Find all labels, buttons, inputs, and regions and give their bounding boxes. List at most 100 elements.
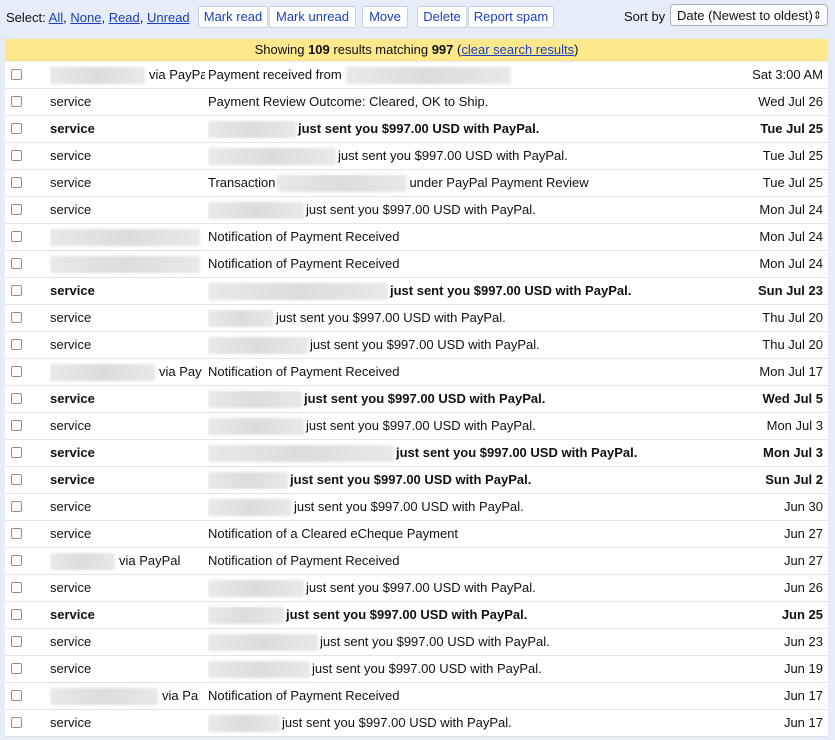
clear-search-link[interactable]: clear search results: [461, 42, 574, 57]
select-all-link[interactable]: All: [49, 10, 63, 25]
message-row[interactable]: service just sent you $997.00 USD with Pa…: [5, 602, 828, 629]
message-sender: service: [50, 710, 205, 736]
subject-text: just sent you $997.00 USD with PayPal.: [282, 715, 512, 730]
message-row[interactable]: service just sent you $997.00 USD with Pa…: [5, 494, 828, 521]
message-sender: service: [50, 602, 205, 628]
message-subject: Notification of Payment Received: [208, 251, 738, 277]
delete-button[interactable]: Delete: [417, 6, 467, 28]
message-row[interactable]: service just sent you $997.00 USD with Pa…: [5, 305, 828, 332]
mark-read-button[interactable]: Mark read: [198, 6, 268, 28]
message-checkbox[interactable]: [11, 582, 22, 593]
message-row[interactable]: service just sent you $997.00 USD with Pa…: [5, 413, 828, 440]
message-checkbox[interactable]: [11, 285, 22, 296]
message-row[interactable]: service just sent you $997.00 USD with Pa…: [5, 656, 828, 683]
sender-name: service: [50, 391, 95, 406]
message-checkbox[interactable]: [11, 231, 22, 242]
message-subject: just sent you $997.00 USD with PayPal.: [208, 710, 738, 736]
message-date: Wed Jul 26: [758, 94, 823, 109]
message-checkbox[interactable]: [11, 663, 22, 674]
message-checkbox[interactable]: [11, 420, 22, 431]
separator: ,: [63, 10, 67, 25]
message-checkbox[interactable]: [11, 636, 22, 647]
message-subject: Payment Review Outcome: Cleared, OK to S…: [208, 89, 738, 115]
message-checkbox[interactable]: [11, 258, 22, 269]
message-sender: service: [50, 89, 205, 115]
message-checkbox[interactable]: [11, 96, 22, 107]
select-unread-link[interactable]: Unread: [147, 10, 190, 25]
message-checkbox[interactable]: [11, 150, 22, 161]
sender-name: service: [50, 472, 95, 487]
sort-select[interactable]: Date (Newest to oldest) ⇕: [670, 4, 828, 26]
redacted-name: [208, 202, 304, 220]
message-row[interactable]: via Pa Notification of Payment Received Ju…: [5, 683, 828, 710]
message-row[interactable]: service Notification of a Cleared eCheque…: [5, 521, 828, 548]
message-row[interactable]: service just sent you $997.00 USD with Pa…: [5, 197, 828, 224]
message-checkbox[interactable]: [11, 204, 22, 215]
redacted-name: [208, 634, 318, 652]
message-row[interactable]: Notification of Payment Received Mon Jul …: [5, 251, 828, 278]
message-date: Jun 27: [783, 553, 823, 568]
subject-text: just sent you $997.00 USD with PayPal.: [306, 580, 536, 595]
message-row[interactable]: service just sent you $997.00 USD with Pa…: [5, 278, 828, 305]
message-row[interactable]: via Pay Notification of Payment Received M…: [5, 359, 828, 386]
message-checkbox[interactable]: [11, 69, 22, 80]
message-subject: Notification of Payment Received: [208, 224, 738, 250]
message-list: via PayPa Payment received from Sat 3:00 A…: [5, 62, 828, 737]
message-checkbox[interactable]: [11, 501, 22, 512]
message-checkbox[interactable]: [11, 339, 22, 350]
message-checkbox[interactable]: [11, 474, 22, 485]
separator: ,: [101, 10, 106, 25]
message-row[interactable]: Notification of Payment Received Mon Jul …: [5, 224, 828, 251]
message-row[interactable]: service Transaction under PayPal Payment R…: [5, 170, 828, 197]
subject-text: Notification of Payment Received: [208, 256, 400, 271]
select-none-link[interactable]: None: [70, 10, 101, 25]
message-subject: just sent you $997.00 USD with PayPal.: [208, 467, 738, 493]
message-row[interactable]: service just sent you $997.00 USD with Pa…: [5, 440, 828, 467]
redacted-sender: [50, 688, 158, 706]
sender-name: service: [50, 121, 95, 136]
sender-name: service: [50, 283, 95, 298]
report-spam-button[interactable]: Report spam: [468, 6, 554, 28]
message-checkbox[interactable]: [11, 393, 22, 404]
message-row[interactable]: via PayPa Payment received from Sat 3:00 A…: [5, 62, 828, 89]
message-row[interactable]: service just sent you $997.00 USD with Pa…: [5, 629, 828, 656]
message-row[interactable]: service just sent you $997.00 USD with Pa…: [5, 386, 828, 413]
message-sender: via PayPa: [50, 62, 205, 88]
redacted-name: [208, 283, 388, 301]
subject-text: just sent you $997.00 USD with PayPal.: [390, 283, 632, 298]
message-subject: just sent you $997.00 USD with PayPal.: [208, 305, 738, 331]
message-checkbox[interactable]: [11, 312, 22, 323]
sender-name: service: [50, 175, 92, 190]
banner-text: Showing: [254, 42, 305, 57]
message-row[interactable]: service just sent you $997.00 USD with Pa…: [5, 332, 828, 359]
message-checkbox[interactable]: [11, 690, 22, 701]
message-date: Tue Jul 25: [760, 121, 823, 136]
message-sender: service: [50, 332, 205, 358]
message-checkbox[interactable]: [11, 447, 22, 458]
message-row[interactable]: service just sent you $997.00 USD with Pa…: [5, 710, 828, 737]
message-row[interactable]: service just sent you $997.00 USD with Pa…: [5, 143, 828, 170]
select-read-link[interactable]: Read: [109, 10, 140, 25]
message-checkbox[interactable]: [11, 123, 22, 134]
select-label: Select:: [6, 10, 46, 25]
message-subject: just sent you $997.00 USD with PayPal.: [208, 386, 738, 412]
message-checkbox[interactable]: [11, 366, 22, 377]
sender-name: service: [50, 607, 95, 622]
mark-unread-button[interactable]: Mark unread: [269, 6, 356, 28]
sender-name: via PayPal: [119, 553, 181, 568]
sender-name: service: [50, 418, 92, 433]
message-row[interactable]: service just sent you $997.00 USD with Pa…: [5, 575, 828, 602]
move-button[interactable]: Move: [362, 6, 408, 28]
sender-name: service: [50, 661, 92, 676]
message-date: Mon Jul 3: [766, 418, 823, 433]
message-row[interactable]: service just sent you $997.00 USD with Pa…: [5, 467, 828, 494]
message-checkbox[interactable]: [11, 717, 22, 728]
message-row[interactable]: service just sent you $997.00 USD with Pa…: [5, 116, 828, 143]
message-checkbox[interactable]: [11, 528, 22, 539]
message-row[interactable]: via PayPal Notification of Payment Receiv…: [5, 548, 828, 575]
message-row[interactable]: service Payment Review Outcome: Cleared, …: [5, 89, 828, 116]
message-checkbox[interactable]: [11, 555, 22, 566]
message-sender: service: [50, 116, 205, 142]
message-checkbox[interactable]: [11, 609, 22, 620]
message-checkbox[interactable]: [11, 177, 22, 188]
